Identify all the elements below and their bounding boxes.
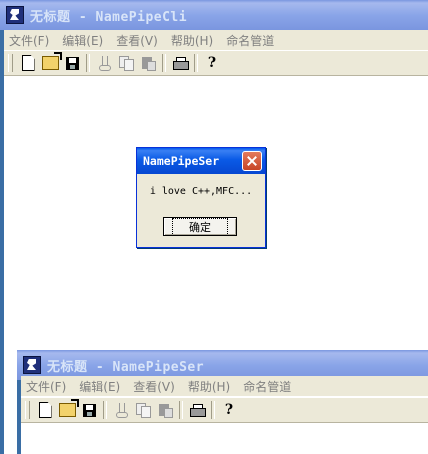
menu-edit[interactable]: 编辑(E) bbox=[62, 32, 103, 49]
toolbar-separator bbox=[103, 401, 107, 419]
open-button[interactable] bbox=[56, 399, 79, 421]
ok-label: 确定 bbox=[172, 217, 228, 236]
copy-icon bbox=[119, 56, 134, 71]
open-icon bbox=[41, 52, 62, 70]
paste-button[interactable] bbox=[154, 399, 176, 421]
print-icon bbox=[172, 57, 189, 70]
server-toolbar: ? bbox=[21, 397, 428, 423]
print-button[interactable] bbox=[169, 52, 191, 74]
message-box: NamePipeSer i love C++,MFC... 确定 bbox=[136, 147, 266, 248]
toolbar-separator bbox=[162, 54, 166, 72]
open-button[interactable] bbox=[39, 52, 62, 74]
toolbar-separator bbox=[194, 54, 198, 72]
cut-button[interactable] bbox=[110, 399, 132, 421]
paste-icon bbox=[158, 403, 173, 418]
save-icon bbox=[82, 403, 96, 417]
close-button[interactable] bbox=[242, 151, 262, 171]
app-icon[interactable] bbox=[23, 356, 41, 374]
server-window: 无标题 - NamePipeSer 文件(F) 编辑(E) 查看(V) 帮助(H… bbox=[17, 350, 428, 454]
new-button[interactable] bbox=[34, 399, 56, 421]
client-menubar: 文件(F) 编辑(E) 查看(V) 帮助(H) 命名管道 bbox=[4, 30, 428, 50]
toolbar-separator bbox=[211, 401, 215, 419]
save-button[interactable] bbox=[61, 52, 83, 74]
toolbar-separator bbox=[86, 54, 90, 72]
open-icon bbox=[58, 399, 79, 417]
menu-named-pipe[interactable]: 命名管道 bbox=[243, 378, 291, 395]
copy-button[interactable] bbox=[115, 52, 137, 74]
cut-button[interactable] bbox=[93, 52, 115, 74]
client-toolbar: ? bbox=[4, 50, 428, 76]
cut-icon bbox=[97, 56, 111, 71]
print-button[interactable] bbox=[186, 399, 208, 421]
help-button[interactable]: ? bbox=[218, 399, 240, 421]
help-button[interactable]: ? bbox=[201, 52, 223, 74]
client-titlebar[interactable]: 无标题 - NamePipeCli bbox=[0, 0, 428, 30]
help-icon: ? bbox=[207, 55, 217, 71]
new-icon bbox=[38, 402, 52, 418]
copy-button[interactable] bbox=[132, 399, 154, 421]
copy-icon bbox=[136, 403, 151, 418]
message-box-titlebar[interactable]: NamePipeSer bbox=[137, 148, 265, 174]
menu-edit[interactable]: 编辑(E) bbox=[79, 378, 120, 395]
help-icon: ? bbox=[224, 402, 234, 418]
menu-file[interactable]: 文件(F) bbox=[9, 32, 49, 49]
toolbar-separator bbox=[179, 401, 183, 419]
save-button[interactable] bbox=[78, 399, 100, 421]
cut-icon bbox=[114, 403, 128, 418]
server-menubar: 文件(F) 编辑(E) 查看(V) 帮助(H) 命名管道 bbox=[21, 376, 428, 396]
menu-view[interactable]: 查看(V) bbox=[133, 378, 175, 395]
app-icon[interactable] bbox=[6, 6, 24, 24]
menu-file[interactable]: 文件(F) bbox=[26, 378, 66, 395]
menu-help[interactable]: 帮助(H) bbox=[171, 32, 213, 49]
menu-view[interactable]: 查看(V) bbox=[116, 32, 158, 49]
paste-button[interactable] bbox=[137, 52, 159, 74]
menu-help[interactable]: 帮助(H) bbox=[188, 378, 230, 395]
toolbar-grip[interactable] bbox=[25, 401, 30, 419]
ok-button[interactable]: 确定 bbox=[163, 217, 237, 236]
server-document-area[interactable] bbox=[21, 423, 428, 454]
paste-icon bbox=[141, 56, 156, 71]
print-icon bbox=[189, 404, 206, 417]
client-title: 无标题 - NamePipeCli bbox=[30, 9, 188, 25]
message-text: i love C++,MFC... bbox=[149, 186, 253, 197]
new-icon bbox=[21, 55, 35, 71]
toolbar-grip[interactable] bbox=[8, 54, 13, 72]
server-title: 无标题 - NamePipeSer bbox=[47, 359, 205, 375]
save-icon bbox=[65, 56, 79, 70]
new-button[interactable] bbox=[17, 52, 39, 74]
menu-named-pipe[interactable]: 命名管道 bbox=[226, 32, 274, 49]
message-box-title: NamePipeSer bbox=[143, 154, 220, 168]
